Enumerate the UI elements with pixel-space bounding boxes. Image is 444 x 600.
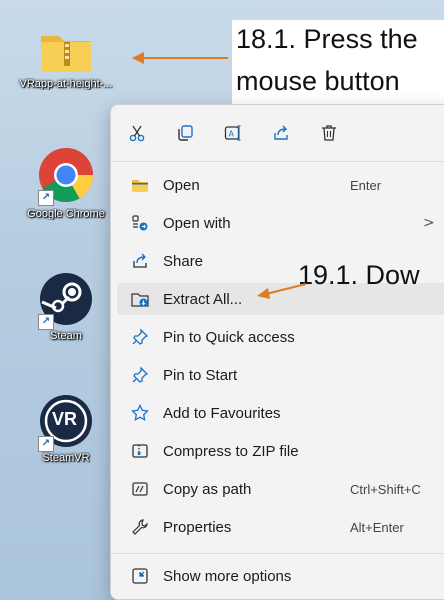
more-options-icon xyxy=(132,568,148,584)
folder-open-icon xyxy=(132,180,148,192)
desktop-icon-label: SteamVR xyxy=(42,452,90,464)
menu-item-copy-as-path[interactable]: Copy as path Ctrl+Shift+C xyxy=(117,473,444,505)
menu-item-label: Copy as path xyxy=(163,480,252,498)
share-button[interactable] xyxy=(267,119,295,147)
menu-item-label: Compress to ZIP file xyxy=(163,442,299,460)
desktop-icon-label: Steam xyxy=(50,330,82,342)
copy-button[interactable] xyxy=(171,119,199,147)
rename-button[interactable]: A xyxy=(219,119,247,147)
wrench-icon xyxy=(132,519,148,535)
zip-icon xyxy=(132,444,148,458)
copy-path-icon xyxy=(132,482,148,496)
desktop-icon-label: VRapp-at-height-... xyxy=(19,78,113,90)
share-icon xyxy=(133,253,147,268)
menu-item-shortcut: Alt+Enter xyxy=(350,519,404,535)
extract-icon xyxy=(131,293,149,307)
share-icon xyxy=(274,125,288,140)
menu-item-label: Pin to Quick access xyxy=(163,328,295,346)
menu-separator xyxy=(111,161,444,162)
menu-item-label: Properties xyxy=(163,518,232,536)
menu-item-label: Show more options xyxy=(163,567,292,585)
pin-icon xyxy=(132,366,149,383)
delete-icon xyxy=(322,125,336,141)
menu-item-label: Pin to Start xyxy=(163,366,238,384)
desktop-icon-steam[interactable]: ↗ Steam xyxy=(14,272,118,342)
annotation-arrow-18 xyxy=(132,52,228,64)
menu-item-label: Open with xyxy=(163,214,231,232)
menu-item-label: Add to Favourites xyxy=(163,404,281,422)
shortcut-arrow-icon: ↗ xyxy=(38,190,54,206)
menu-item-pin-to-start[interactable]: Pin to Start xyxy=(117,359,444,391)
menu-item-label: Open xyxy=(163,176,200,194)
menu-separator xyxy=(111,553,444,554)
delete-button[interactable] xyxy=(315,119,343,147)
chevron-right-icon: > xyxy=(423,215,435,231)
menu-item-pin-to-quick-access[interactable]: Pin to Quick access xyxy=(117,321,444,353)
desktop-icon-steamvr[interactable]: VR ↗ SteamVR xyxy=(14,394,118,464)
menu-item-label: Share xyxy=(163,252,204,270)
menu-item-properties[interactable]: Properties Alt+Enter xyxy=(117,511,444,543)
menu-item-shortcut: Enter xyxy=(350,177,382,193)
annotation-arrow-19 xyxy=(257,283,307,299)
annotation-step-18-line1: 18.1. Press the xyxy=(236,24,418,54)
svg-text:A: A xyxy=(229,130,235,139)
menu-item-compress-to-zip[interactable]: Compress to ZIP file xyxy=(117,435,444,467)
shortcut-arrow-icon: ↗ xyxy=(38,436,54,452)
open-with-icon xyxy=(132,215,148,231)
star-icon xyxy=(131,404,149,422)
rename-icon: A xyxy=(224,125,241,141)
pin-icon xyxy=(132,328,149,345)
cut-icon xyxy=(129,125,145,142)
desktop-icon-chrome[interactable]: ↗ Google Chrome xyxy=(14,146,118,220)
shortcut-arrow-icon: ↗ xyxy=(38,314,54,330)
context-menu: A Open Enter Open with > Share Extract A… xyxy=(110,104,444,600)
menu-item-add-to-favourites[interactable]: Add to Favourites xyxy=(117,397,444,429)
menu-item-show-more-options[interactable]: Show more options xyxy=(117,560,444,592)
annotation-step-19: 19.1. Dow xyxy=(298,260,420,290)
zip-folder-icon xyxy=(41,36,91,72)
menu-item-label: Extract All... xyxy=(163,290,243,308)
vr-badge-text: VR xyxy=(52,409,78,429)
cut-button[interactable] xyxy=(123,119,151,147)
menu-item-shortcut: Ctrl+Shift+C xyxy=(350,481,421,497)
desktop-icon-zip-folder[interactable]: VRapp-at-height-... xyxy=(14,28,118,90)
menu-item-open-with[interactable]: Open with > xyxy=(117,207,444,239)
desktop-icon-label: Google Chrome xyxy=(27,208,105,220)
menu-item-open[interactable]: Open Enter xyxy=(117,169,444,201)
quick-actions-bar: A xyxy=(111,115,444,151)
copy-icon xyxy=(178,125,193,141)
annotation-step-18-line2: mouse button xyxy=(236,66,400,96)
